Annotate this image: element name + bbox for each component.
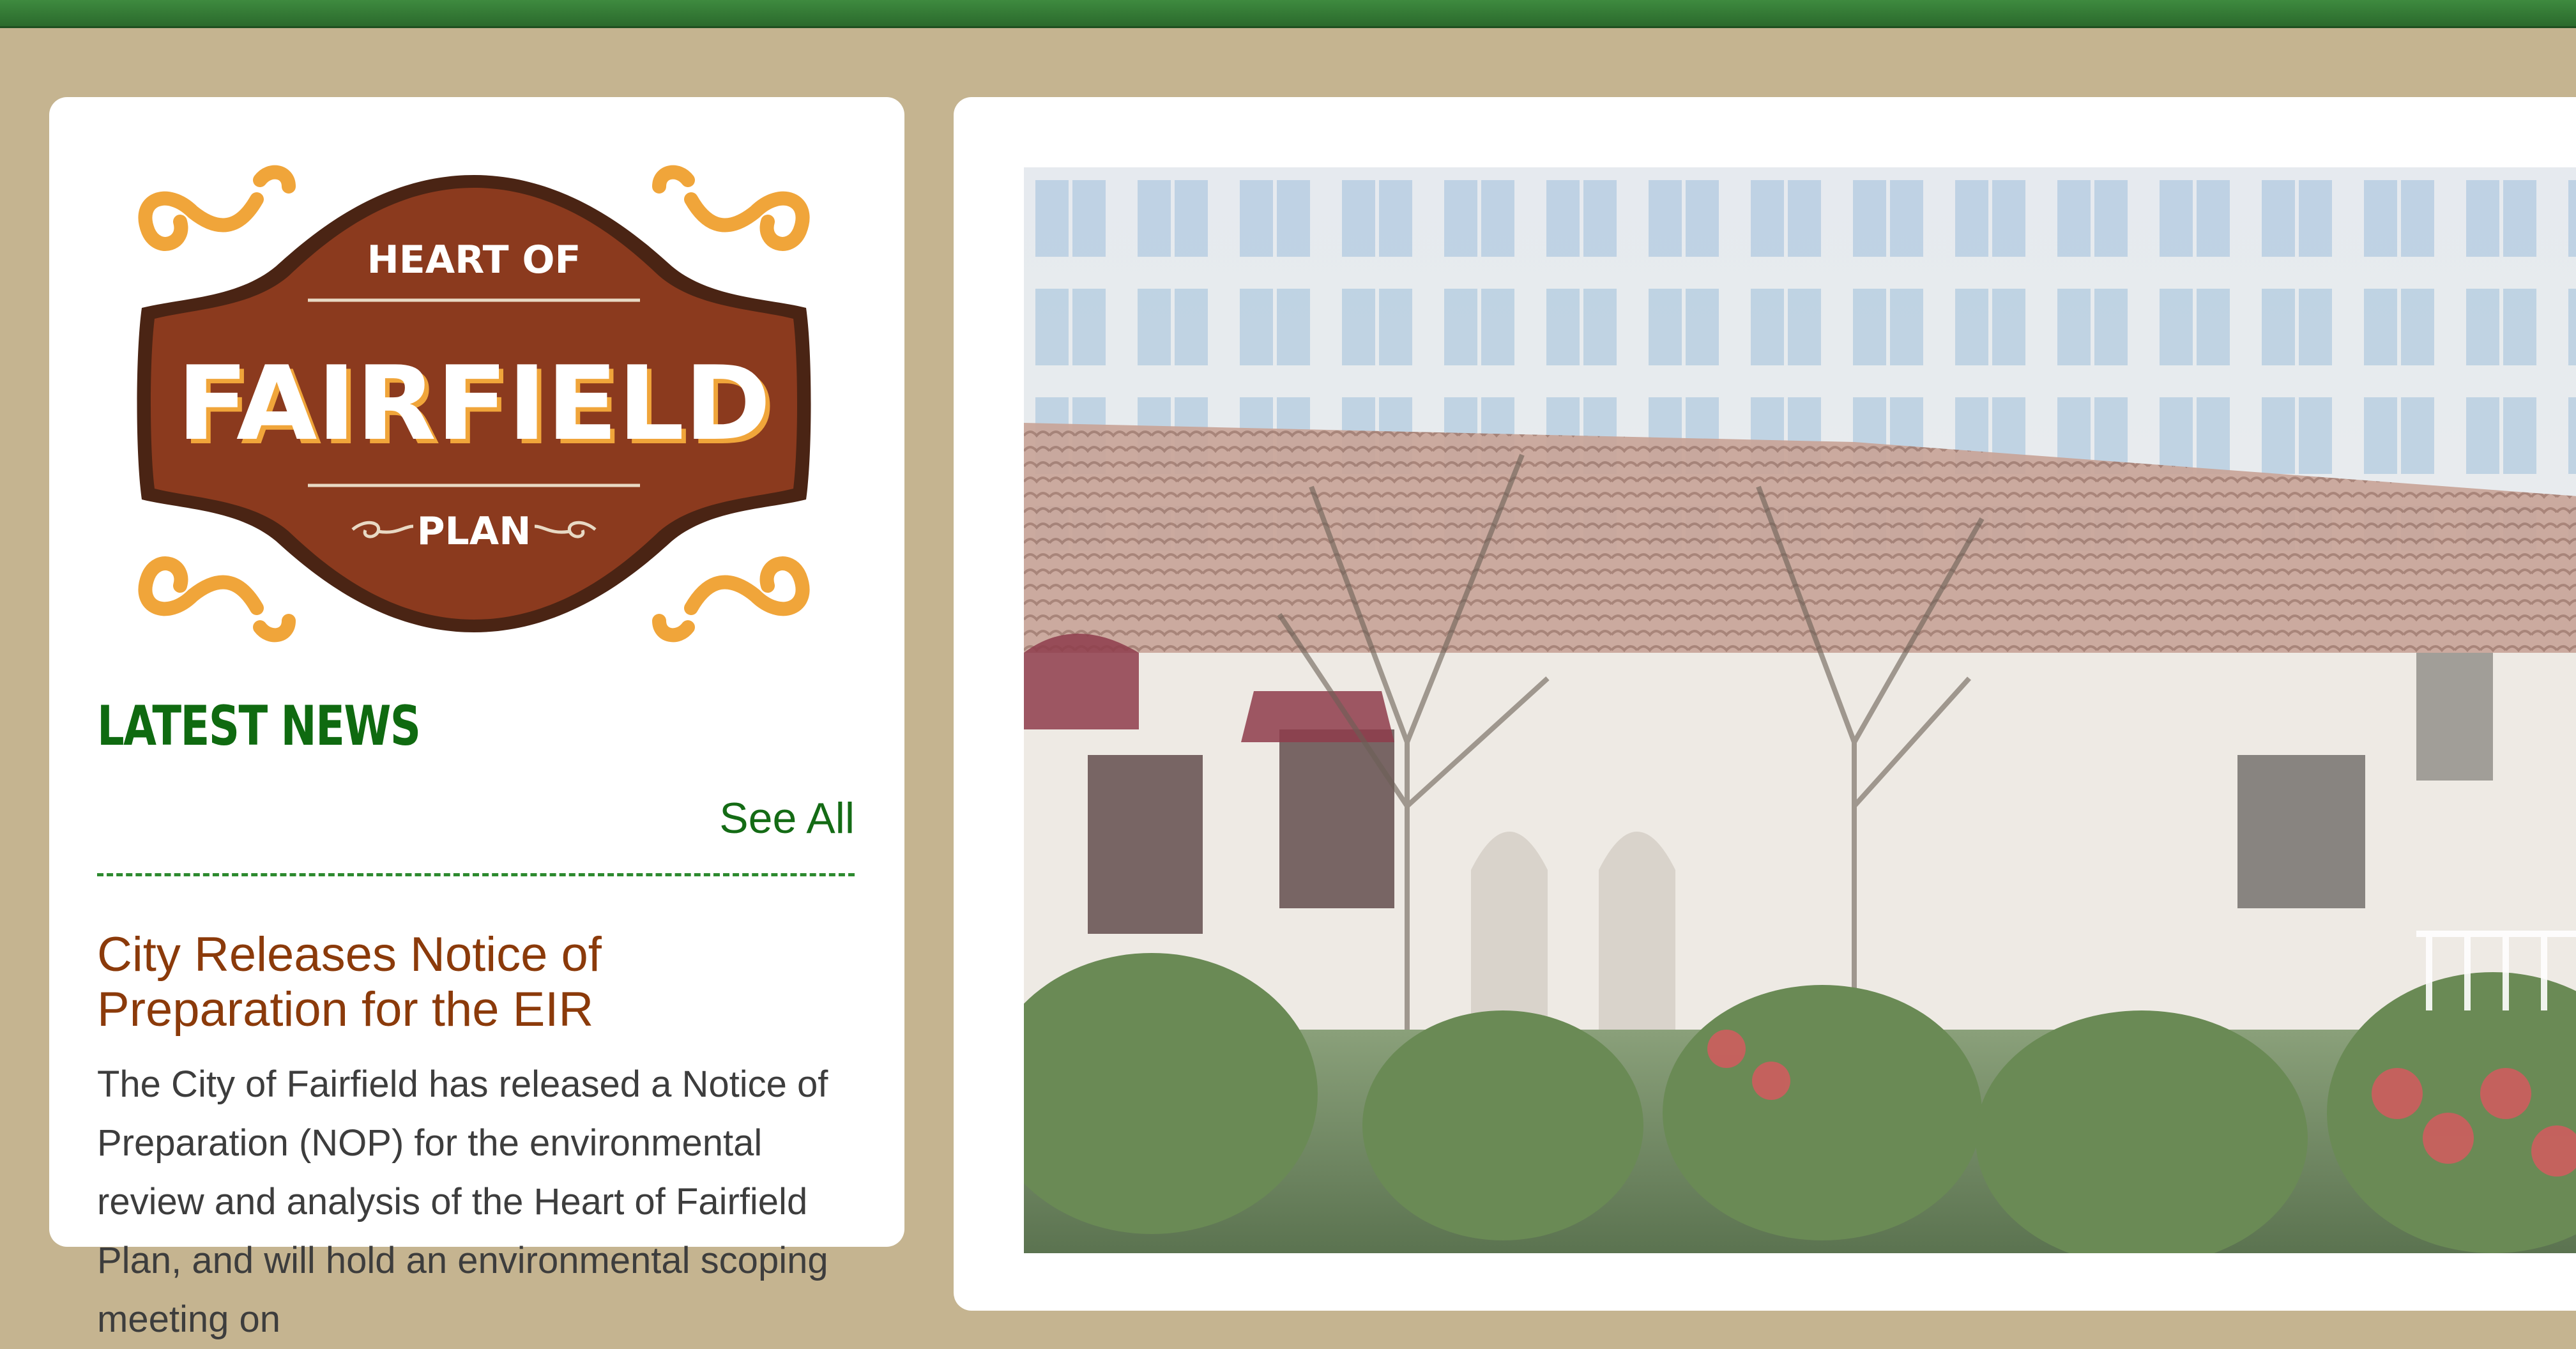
heart-of-fairfield-plan-logo[interactable]: HEART OF FAIRFIELD FAIRFIELD PLAN	[97, 161, 851, 646]
maroon-awning	[1024, 634, 1139, 729]
window	[2416, 653, 2493, 781]
see-all-link[interactable]: See All	[719, 793, 855, 843]
news-article-body: The City of Fairfield has released a Not…	[97, 1063, 828, 1340]
hero-photo-fairfield-streetscape	[1024, 167, 2576, 1253]
window-maroon-awning	[1088, 755, 1203, 934]
main-content-panel	[954, 97, 2576, 1311]
latest-news-header: LATEST NEWS See All	[97, 694, 855, 876]
top-navigation-bar	[0, 0, 2576, 28]
sidebar-panel: HEART OF FAIRFIELD FAIRFIELD PLAN LATEST…	[49, 97, 904, 1340]
logo-text-fairfield: FAIRFIELD	[177, 344, 771, 463]
latest-news-heading: LATEST NEWS	[97, 694, 421, 758]
arched-doorway	[1599, 832, 1675, 1062]
window-maroon-awning	[1279, 729, 1394, 908]
maroon-awning	[1241, 691, 1394, 742]
news-article-title[interactable]: City Releases Notice of Preparation for …	[97, 927, 855, 1037]
logo-text-heart-of: HEART OF	[367, 238, 581, 282]
window	[2237, 755, 2365, 908]
logo-text-plan: PLAN	[417, 509, 531, 554]
